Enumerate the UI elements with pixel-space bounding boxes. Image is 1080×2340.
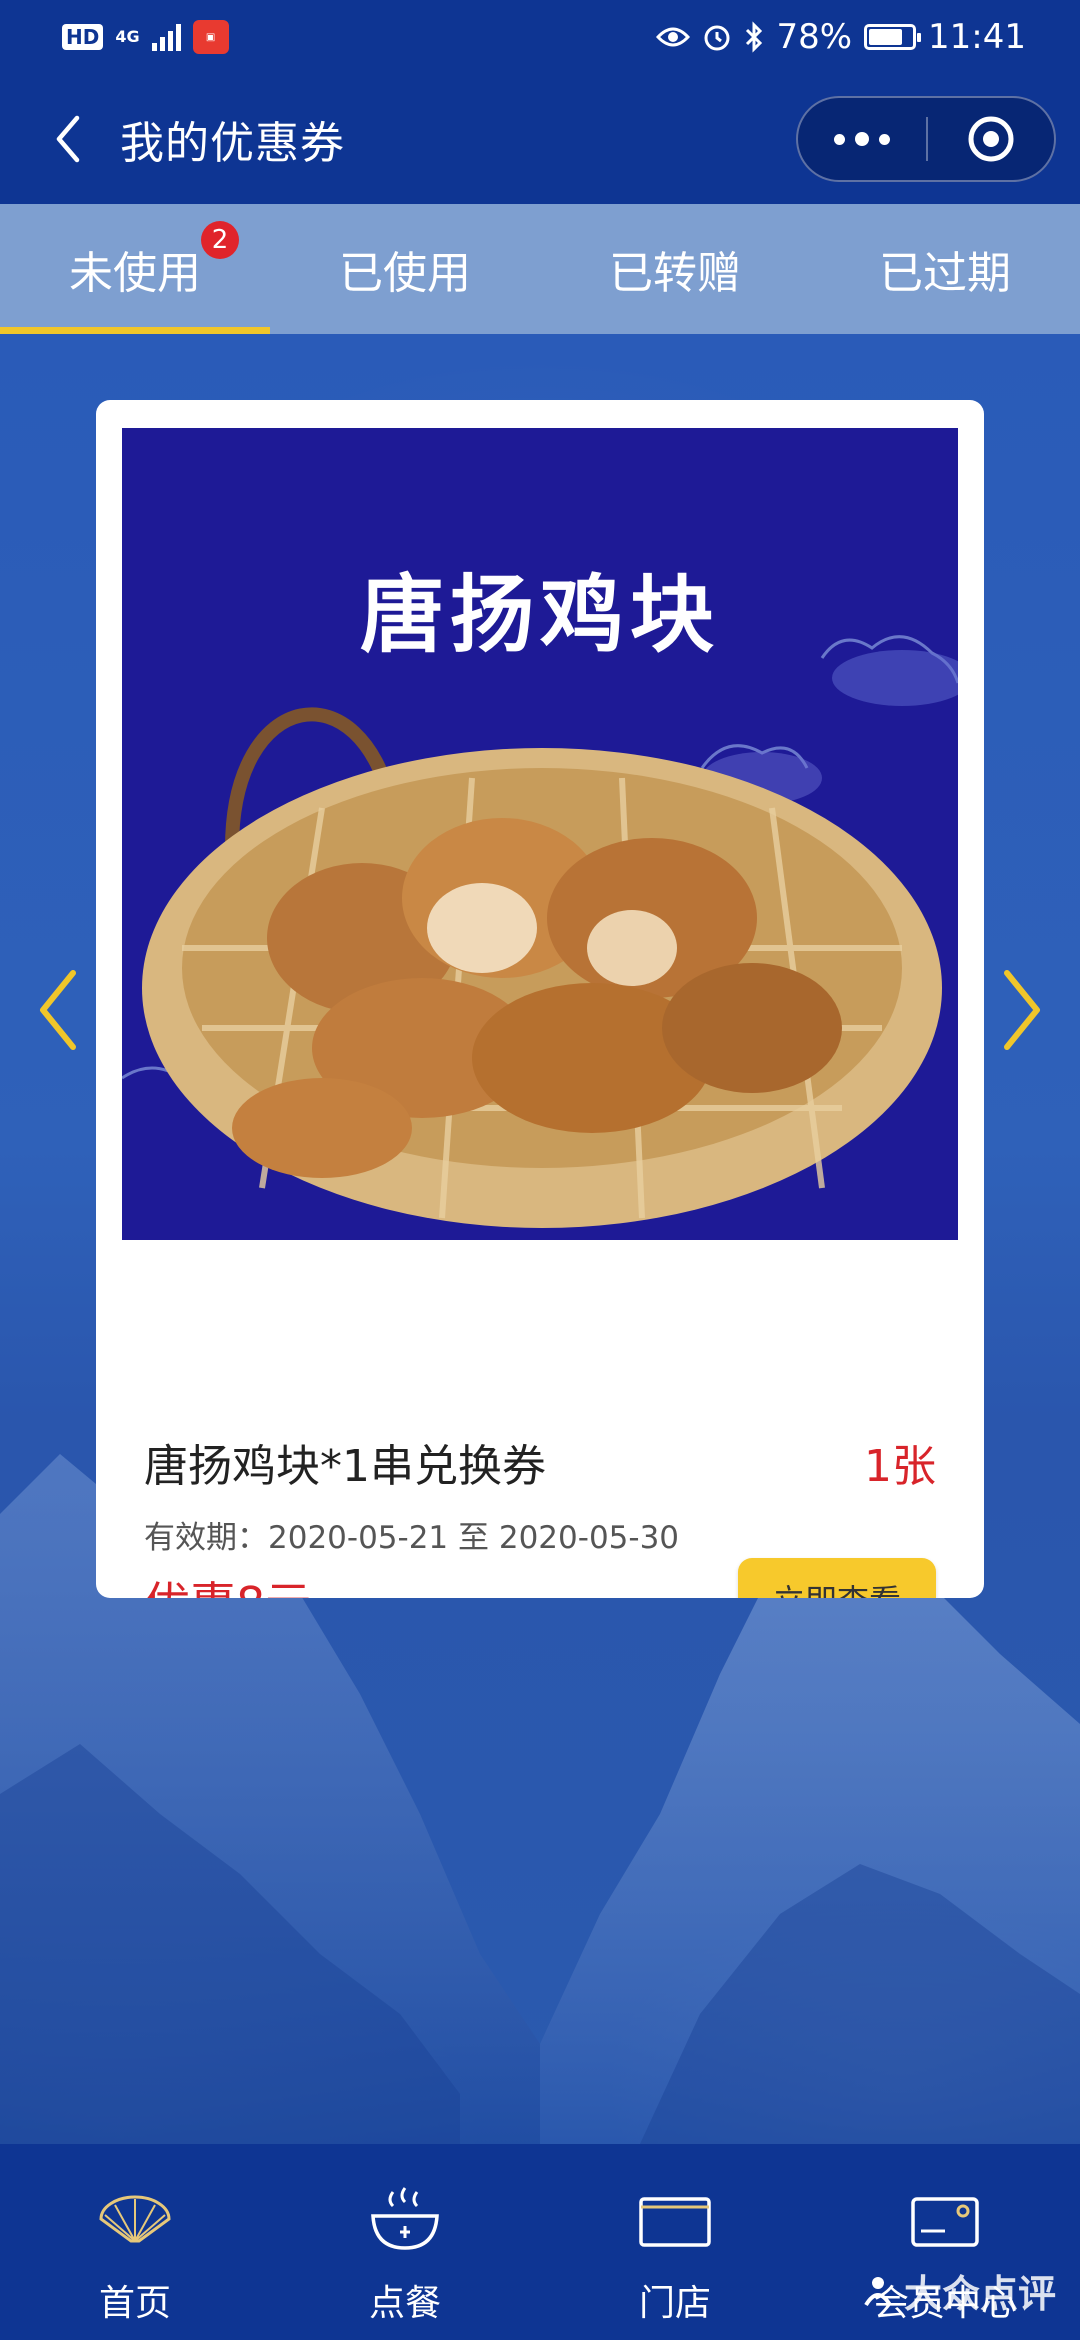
- navigation-bar: 我的优惠券: [0, 74, 1080, 204]
- target-close-icon: [968, 116, 1014, 162]
- coupon-name: 唐扬鸡块*1串兑换券: [144, 1441, 546, 1492]
- bottom-tab-label: 首页: [98, 2283, 171, 2324]
- tab-unused[interactable]: 未使用 2: [0, 204, 270, 334]
- miniprogram-capsule: [796, 96, 1056, 182]
- back-button[interactable]: [28, 99, 108, 179]
- chevron-left-icon: [56, 115, 80, 163]
- bowl-icon: [365, 2186, 445, 2256]
- store-icon: [635, 2186, 715, 2256]
- tab-gifted[interactable]: 已转赠: [540, 204, 810, 334]
- coupon-image-title: 唐扬鸡块: [359, 565, 720, 664]
- battery-percent: 78%: [776, 17, 853, 57]
- page-title: 我的优惠券: [120, 118, 345, 169]
- tab-label: 已过期: [879, 248, 1011, 299]
- bluetooth-icon: [746, 21, 763, 53]
- tab-label: 已使用: [339, 248, 471, 299]
- more-button[interactable]: [798, 98, 926, 180]
- coupon-card[interactable]: 唐扬鸡块 唐扬鸡块*1串兑换券 1张 有效期：2020-05-21 至 2020…: [96, 400, 984, 1598]
- app-notification-icon: ▣: [192, 20, 229, 54]
- battery-icon: [864, 24, 922, 50]
- close-miniprogram-button[interactable]: [928, 98, 1054, 180]
- signal-icon: [151, 23, 181, 51]
- chevron-right-icon: [1004, 970, 1040, 1050]
- bottom-tab-label: 门店: [638, 2283, 711, 2324]
- coupon-status-tabs: 未使用 2 已使用 已转赠 已过期: [0, 204, 1080, 334]
- fan-icon: [95, 2186, 175, 2256]
- bottom-tab-label: 点餐: [368, 2283, 441, 2324]
- status-bar: HD 4G ▣ 78% 11:41: [0, 0, 1080, 74]
- alarm-icon: [704, 25, 730, 51]
- next-coupon-button[interactable]: [988, 960, 1058, 1060]
- network-type: 4G: [115, 27, 140, 46]
- bottom-tab-store[interactable]: 门店: [540, 2144, 810, 2340]
- dianping-watermark: 大众点评: [858, 2263, 1056, 2318]
- coupon-image: 唐扬鸡块: [122, 428, 958, 1240]
- tab-expired[interactable]: 已过期: [810, 204, 1080, 334]
- tab-label: 已转赠: [609, 248, 741, 299]
- view-now-button[interactable]: 立即查看: [738, 1558, 936, 1598]
- tab-unused-label-wrap: 未使用 2: [69, 221, 239, 301]
- chevron-left-icon: [40, 970, 76, 1050]
- coupon-validity: 有效期：2020-05-21 至 2020-05-30: [144, 1520, 680, 1556]
- tab-label: 未使用: [69, 248, 201, 299]
- hd-indicator: HD: [62, 24, 104, 50]
- unread-count-badge: 2: [201, 221, 239, 259]
- status-right: 78% 11:41: [656, 17, 1026, 57]
- dianping-logo-icon: [864, 2276, 892, 2306]
- eye-icon: [656, 27, 691, 47]
- clock: 11:41: [928, 17, 1026, 57]
- status-left: HD 4G ▣: [62, 20, 229, 54]
- previous-coupon-button[interactable]: [22, 960, 92, 1060]
- coupon-count: 1张: [864, 1441, 936, 1492]
- bottom-tab-order[interactable]: 点餐: [270, 2144, 540, 2340]
- tab-used[interactable]: 已使用: [270, 204, 540, 334]
- watermark-text: 大众点评: [903, 2272, 1056, 2316]
- coupon-discount: 优惠8元: [144, 1568, 311, 1598]
- bottom-tab-home[interactable]: 首页: [0, 2144, 270, 2340]
- member-card-icon: [905, 2186, 985, 2256]
